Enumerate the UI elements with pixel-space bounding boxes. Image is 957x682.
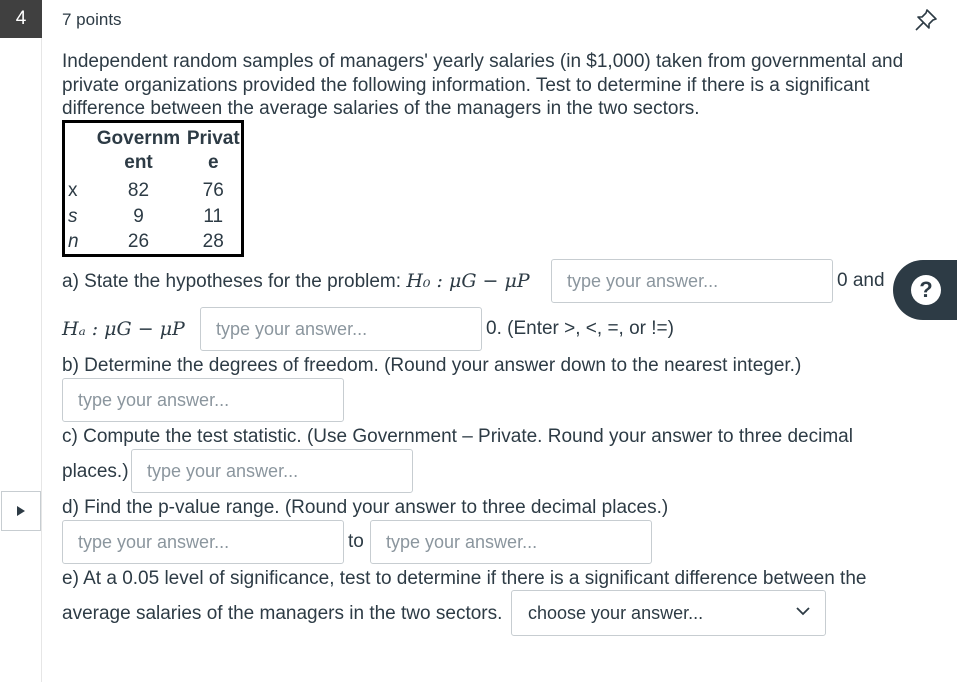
part-e-text-cont: average salaries of the managers in the … (62, 603, 503, 624)
table-cell: 11 (203, 205, 224, 227)
p-value-upper-input[interactable]: type your answer... (370, 520, 652, 564)
question-text: Independent random samples of managers' … (62, 51, 904, 119)
points-label: 7 points (62, 10, 122, 29)
part-c-text: c) Compute the test statistic. (Use Gove… (62, 426, 853, 447)
data-table: Governm ent Privat e x 82 76 s 9 11 n 26 2… (62, 120, 244, 257)
part-c-text-cont: places.) (62, 461, 129, 482)
alt-hypothesis-input[interactable]: type your answer... (200, 307, 482, 351)
table-cell: 26 (127, 230, 150, 252)
alt-hypothesis-expression: Hₐ : μG − μP (62, 318, 185, 340)
p-value-lower-input[interactable]: type your answer... (62, 520, 344, 564)
table-row: s 9 11 (62, 203, 243, 230)
part-e-text: e) At a 0.05 level of significance, test… (62, 568, 867, 589)
select-value: choose your answer... (528, 602, 704, 623)
to-text: to (348, 531, 364, 552)
table-cell: 28 (202, 230, 224, 252)
table-cell: 9 (133, 205, 144, 227)
table-row: n 26 28 (62, 229, 243, 256)
conclusion-select[interactable]: choose your answer... (511, 590, 826, 636)
pin-icon[interactable] (912, 6, 940, 34)
table-cell: 76 (202, 179, 224, 201)
row-label: s (62, 203, 92, 230)
degrees-of-freedom-input[interactable]: type your answer... (62, 378, 344, 422)
part-b-text: b) Determine the degrees of freedom. (Ro… (62, 355, 802, 376)
help-button[interactable]: ? (893, 260, 957, 320)
flag-question-button[interactable] (1, 491, 41, 531)
part-d-text: d) Find the p-value range. (Round your a… (62, 497, 669, 518)
table-cell: 82 (127, 179, 150, 201)
question-mark-icon: ? (911, 275, 941, 305)
question-number: 4 (0, 0, 42, 38)
row-label: n (62, 229, 92, 256)
part-a-text: a) State the hypotheses for the problem:… (62, 270, 530, 292)
question-sidebar: 4 (0, 0, 42, 682)
and-text: 0 and (837, 270, 885, 291)
flag-arrow-icon (17, 506, 25, 516)
part-a-instructions: 0. (Enter >, <, =, or !=) (486, 318, 674, 339)
table-header-row: Governm ent Privat e (64, 122, 243, 178)
null-hypothesis-expression: H₀ : μG − μP (406, 270, 530, 292)
chevron-down-icon (796, 607, 810, 616)
table-row: x 82 76 (62, 177, 243, 204)
column-header-private: Privat e (186, 128, 240, 174)
test-statistic-input[interactable]: type your answer... (131, 449, 413, 493)
column-header-government: Governm ent (96, 128, 181, 174)
null-hypothesis-input[interactable]: type your answer... (551, 259, 833, 303)
row-label: x (62, 177, 92, 204)
